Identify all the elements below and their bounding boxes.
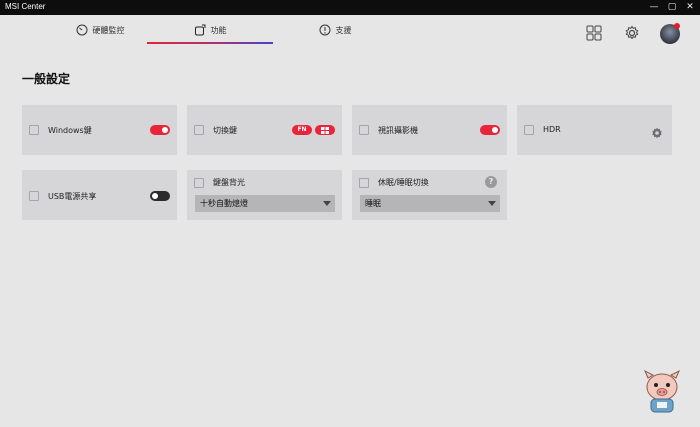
sleep-mode-dropdown[interactable]: 睡眠 bbox=[360, 195, 500, 212]
feature-icon bbox=[194, 24, 206, 36]
card-label: 切換鍵 bbox=[213, 126, 237, 135]
card-label: 視訊攝影機 bbox=[378, 126, 418, 135]
dropdown-value: 十秒自動熄燈 bbox=[200, 199, 248, 208]
card-hdr: HDR bbox=[517, 105, 672, 155]
chevron-down-icon bbox=[323, 201, 331, 206]
card-keyboard-backlight: 鍵盤背光 十秒自動熄燈 bbox=[187, 170, 342, 220]
hdr-icon bbox=[524, 125, 534, 135]
tab-hardware-monitor[interactable]: 硬體監控 bbox=[55, 15, 145, 45]
windows-logo-icon bbox=[321, 126, 329, 134]
card-webcam: 視訊攝影機 bbox=[352, 105, 507, 155]
gear-icon[interactable] bbox=[651, 124, 663, 139]
dropdown-value: 睡眠 bbox=[365, 199, 381, 208]
card-label: 休眠/睡眠切換 bbox=[378, 178, 429, 187]
fn-key-badge[interactable]: FN bbox=[292, 125, 312, 135]
close-button[interactable]: ✕ bbox=[680, 0, 700, 15]
card-usb-power-share: USB電源共享 bbox=[22, 170, 177, 220]
webcam-icon bbox=[359, 125, 369, 135]
windows-logo-icon bbox=[29, 125, 39, 135]
tab-label: 硬體監控 bbox=[92, 25, 125, 35]
support-icon bbox=[319, 24, 331, 36]
settings-gear-icon[interactable] bbox=[622, 23, 642, 43]
chevron-down-icon bbox=[488, 201, 496, 206]
tab-features[interactable]: 功能 bbox=[150, 15, 270, 45]
help-icon[interactable]: ? bbox=[485, 176, 497, 188]
card-label: 鍵盤背光 bbox=[213, 178, 245, 187]
card-label: HDR bbox=[543, 125, 561, 134]
title-bar: MSI Center — ▢ ✕ bbox=[0, 0, 700, 15]
sleep-icon bbox=[359, 178, 369, 188]
keyboard-backlight-dropdown[interactable]: 十秒自動熄燈 bbox=[195, 195, 335, 212]
keyboard-icon bbox=[194, 178, 204, 188]
usb-power-share-toggle[interactable] bbox=[150, 191, 170, 201]
maximize-button[interactable]: ▢ bbox=[662, 0, 682, 15]
apps-grid-icon[interactable] bbox=[584, 23, 604, 43]
minimize-button[interactable]: — bbox=[644, 0, 664, 15]
webcam-toggle[interactable] bbox=[480, 125, 500, 135]
card-windows-key: Windows鍵 bbox=[22, 105, 177, 155]
usb-icon bbox=[29, 191, 39, 201]
switch-key-icon bbox=[194, 125, 204, 135]
card-label: Windows鍵 bbox=[48, 126, 92, 135]
tab-label: 功能 bbox=[210, 25, 227, 35]
windows-key-badge[interactable] bbox=[315, 125, 335, 135]
page-title: 一般設定 bbox=[22, 72, 71, 86]
notification-dot bbox=[674, 23, 680, 29]
speedometer-icon bbox=[76, 24, 88, 36]
card-label: USB電源共享 bbox=[48, 192, 97, 201]
active-tab-indicator bbox=[147, 42, 273, 44]
windows-key-toggle[interactable] bbox=[150, 125, 170, 135]
window-title: MSI Center bbox=[5, 2, 46, 11]
card-switch-key: 切換鍵 FN bbox=[187, 105, 342, 155]
mascot-watermark-image bbox=[640, 368, 684, 416]
tab-support[interactable]: 支援 bbox=[290, 15, 380, 45]
tab-label: 支援 bbox=[335, 25, 352, 35]
card-sleep-switch: 休眠/睡眠切換 ? 睡眠 bbox=[352, 170, 507, 220]
